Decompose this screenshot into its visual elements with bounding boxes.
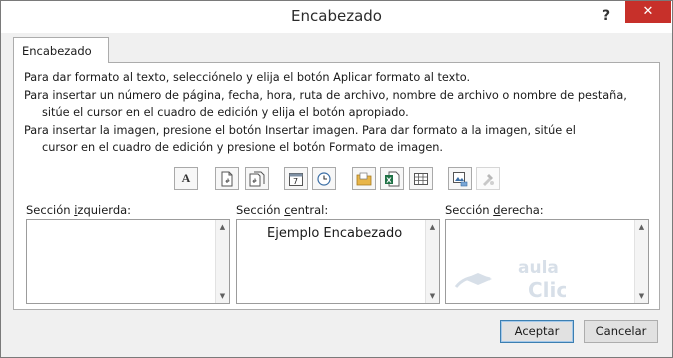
scroll-up-icon[interactable]: ▲ [426,220,439,234]
tab-encabezado[interactable]: Encabezado [13,37,109,63]
left-section-scrollbar[interactable]: ▲ ▼ [215,220,229,303]
time-icon [317,171,331,186]
center-section-scrollbar[interactable]: ▲ ▼ [425,220,439,303]
svg-text:7: 7 [293,177,298,186]
dialog-title: Encabezado [291,7,382,25]
scroll-down-icon[interactable]: ▼ [635,289,648,303]
format-picture-icon [483,173,494,186]
insert-time-button[interactable] [312,167,336,190]
right-section-scrollbar[interactable]: ▲ ▼ [634,220,648,303]
header-toolbar: A # # 7 X [14,167,659,191]
accept-button[interactable]: Aceptar [500,320,574,343]
insert-page-number-button[interactable]: # [215,167,239,190]
insert-picture-icon [453,171,468,186]
scroll-up-icon[interactable]: ▲ [635,220,648,234]
insert-file-path-button[interactable] [352,167,376,190]
scroll-up-icon[interactable]: ▲ [216,220,229,234]
file-name-icon: X [385,171,400,186]
header-dialog: Encabezado ? ✕ Encabezado Para dar forma… [0,0,673,358]
instruction-line: Para dar formato al texto, selecciónelo … [24,71,471,84]
page-number-icon: # [221,171,233,186]
title-bar: Encabezado ? ✕ [1,1,672,33]
center-section-editor[interactable]: Ejemplo Encabezado ▲ ▼ [236,219,440,304]
left-section-editor[interactable]: ▲ ▼ [26,219,230,304]
right-section-editor[interactable]: ▲ ▼ [445,219,649,304]
insert-sheet-name-button[interactable] [409,167,433,190]
format-text-button[interactable]: A [174,167,198,190]
right-section-label: Sección derecha: [445,203,544,217]
svg-text:#: # [252,178,257,185]
tab-panel: Para dar formato al texto, selecciónelo … [13,62,660,310]
file-path-icon [356,172,372,185]
left-section-label: Sección izquierda: [26,203,132,217]
instruction-line: Para insertar un número de página, fecha… [24,88,627,102]
cancel-button[interactable]: Cancelar [584,320,658,343]
svg-text:X: X [386,176,392,184]
date-icon: 7 [289,172,303,186]
instruction-line: cursor en el cuadro de edición y presion… [42,141,444,154]
close-icon: ✕ [642,4,654,19]
scroll-down-icon[interactable]: ▼ [426,289,439,303]
help-button[interactable]: ? [597,7,615,25]
instructions-text: Para dar formato al texto, selecciónelo … [24,69,654,157]
sheet-name-icon [414,172,428,185]
format-picture-button[interactable] [476,167,500,190]
insert-date-button[interactable]: 7 [284,167,308,190]
insert-file-name-button[interactable]: X [380,167,404,190]
format-text-icon: A [181,171,191,185]
insert-page-count-button[interactable]: # [245,167,269,190]
page-count-icon: # [249,171,265,186]
center-section-label: Sección central: [236,203,329,217]
insert-picture-button[interactable] [448,167,472,190]
close-button[interactable]: ✕ [625,1,671,23]
center-section-content: Ejemplo Encabezado [267,226,403,241]
svg-text:#: # [225,178,230,185]
instruction-line: sitúe el cursor en el cuadro de edición … [42,106,409,119]
scroll-down-icon[interactable]: ▼ [216,289,229,303]
instruction-line: Para insertar la imagen, presione el bot… [24,123,576,137]
